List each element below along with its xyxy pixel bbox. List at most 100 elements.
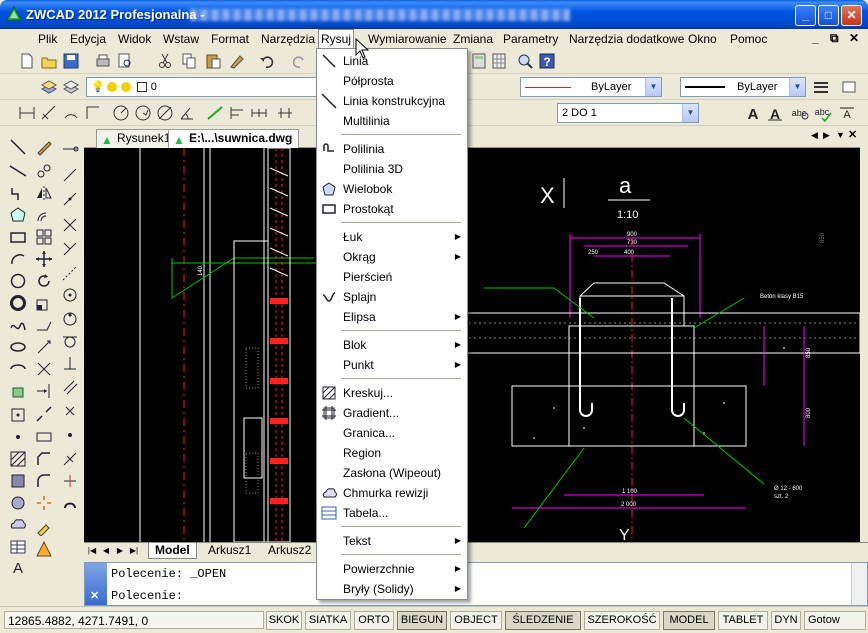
menu-item-granica[interactable]: Granica... bbox=[317, 423, 467, 443]
calculator-icon[interactable] bbox=[470, 52, 488, 70]
status-orto[interactable]: ORTO bbox=[354, 611, 394, 630]
menu-item-zaslona[interactable]: Zasłona (Wipeout) bbox=[317, 463, 467, 483]
mtext-icon[interactable]: A bbox=[766, 104, 784, 122]
menu-narzedzia[interactable]: Narzędzia bbox=[259, 31, 317, 47]
properties-tool-icon[interactable] bbox=[35, 518, 53, 537]
tolerance-icon[interactable] bbox=[276, 104, 294, 122]
rectangle-tool-icon[interactable] bbox=[9, 228, 27, 246]
quick-dim-icon[interactable] bbox=[206, 104, 224, 122]
menu-zmiana[interactable]: Zmiana bbox=[451, 31, 495, 47]
layer-combo[interactable]: 💡 0 bbox=[86, 77, 318, 97]
menu-item-prostokat[interactable]: Prostokąt bbox=[317, 199, 467, 219]
aligned-dim-icon[interactable] bbox=[40, 104, 58, 122]
angular-icon[interactable] bbox=[178, 104, 196, 122]
status-biegun[interactable]: BIEGUN bbox=[397, 611, 447, 630]
menu-item-multilinia[interactable]: Multilinia bbox=[317, 111, 467, 131]
menu-item-tabela[interactable]: Tabela... bbox=[317, 503, 467, 523]
status-skok[interactable]: SKOK bbox=[266, 611, 302, 630]
snap-apparent-icon[interactable] bbox=[61, 240, 79, 258]
mirror-tool-icon[interactable] bbox=[35, 184, 53, 202]
polygon-tool-icon[interactable] bbox=[9, 206, 27, 224]
find-text-icon[interactable]: abc bbox=[792, 104, 810, 122]
paste-icon[interactable] bbox=[204, 52, 222, 70]
command-scrollbar[interactable] bbox=[851, 563, 867, 605]
copy-icon[interactable] bbox=[180, 52, 198, 70]
doc-minimize-button[interactable]: _ bbox=[812, 31, 819, 45]
zoom-icon[interactable] bbox=[516, 52, 534, 70]
close-button[interactable]: ✕ bbox=[841, 5, 862, 26]
menu-plik[interactable]: Plik bbox=[36, 31, 59, 47]
prev-tab-icon[interactable]: ◀ bbox=[100, 544, 112, 557]
linear-dim-icon[interactable] bbox=[18, 104, 36, 122]
snap-center-icon[interactable] bbox=[61, 286, 79, 304]
menu-item-powierzchnie[interactable]: Powierzchnie ▶ bbox=[317, 559, 467, 579]
continue-icon[interactable] bbox=[250, 104, 268, 122]
tab-model[interactable]: Model bbox=[148, 543, 197, 559]
match-properties-icon[interactable] bbox=[228, 52, 246, 70]
status-model[interactable]: MODEL bbox=[663, 611, 715, 630]
hatch-tool-icon[interactable] bbox=[9, 450, 27, 468]
fillet-tool-icon[interactable] bbox=[35, 472, 53, 490]
text-style-icon[interactable]: A bbox=[744, 104, 762, 123]
save-icon[interactable] bbox=[62, 52, 80, 70]
snap-none-icon[interactable] bbox=[61, 472, 79, 490]
menu-item-bryly[interactable]: Bryły (Solidy) ▶ bbox=[317, 579, 467, 599]
table-tool-icon[interactable] bbox=[9, 538, 27, 556]
menu-edycja[interactable]: Edycja bbox=[68, 31, 108, 47]
polyline-tool-icon[interactable] bbox=[9, 184, 27, 202]
drawing-canvas[interactable]: 140 X a 1:10 900 400 250 1 100 2 000 850… bbox=[84, 148, 860, 542]
plot-style-icon[interactable] bbox=[840, 78, 858, 96]
snap-tool-icon[interactable] bbox=[61, 140, 79, 158]
arc-length-icon[interactable] bbox=[62, 104, 80, 122]
menu-okno[interactable]: Okno bbox=[686, 31, 719, 47]
ordinate-icon[interactable] bbox=[84, 104, 102, 122]
command-prompt[interactable]: Polecenie: bbox=[111, 589, 183, 603]
offset-tool-icon[interactable] bbox=[35, 206, 53, 224]
trim-tool-icon[interactable] bbox=[35, 360, 53, 378]
undo-icon[interactable] bbox=[258, 52, 276, 70]
copy-tool-icon[interactable] bbox=[35, 162, 53, 180]
chevron-down-icon[interactable]: ▼ bbox=[789, 78, 805, 96]
snap-quadrant-icon[interactable] bbox=[61, 310, 79, 328]
menu-parametry[interactable]: Parametry bbox=[501, 31, 560, 47]
snap-intersection-icon[interactable] bbox=[61, 216, 79, 234]
menu-item-tekst[interactable]: Tekst ▶ bbox=[317, 531, 467, 551]
tab-arkusz2[interactable]: Arkusz2 bbox=[262, 543, 317, 559]
grid-icon[interactable] bbox=[490, 52, 508, 70]
help-icon[interactable]: ? bbox=[538, 52, 556, 70]
status-dyn[interactable]: DYN bbox=[771, 611, 801, 630]
snap-parallel-icon[interactable] bbox=[61, 378, 79, 396]
maximize-button[interactable]: □ bbox=[818, 5, 839, 26]
tab-rysunek1[interactable]: ▲ Rysunek1 bbox=[96, 129, 178, 148]
menu-rysuj[interactable]: Rysuj bbox=[318, 29, 355, 48]
dimstyle-combo[interactable]: 2 DO 1 ▼ bbox=[557, 103, 699, 123]
menu-item-polprosta[interactable]: Półprosta bbox=[317, 71, 467, 91]
close-icon[interactable]: ✕ bbox=[90, 589, 99, 602]
diameter-icon[interactable] bbox=[156, 104, 174, 122]
spline-tool-icon[interactable] bbox=[9, 316, 27, 334]
ellipse-tool-icon[interactable] bbox=[9, 338, 27, 356]
snap-endpoint-icon[interactable] bbox=[61, 166, 79, 184]
redo-icon[interactable] bbox=[290, 52, 308, 70]
tab-suwnica[interactable]: ▲ E:\...\suwnica.dwg bbox=[168, 129, 300, 148]
ellipse-arc-tool-icon[interactable] bbox=[9, 360, 27, 378]
menu-item-chmurka-rewizji[interactable]: Chmurka rewizji bbox=[317, 483, 467, 503]
menu-item-pierscien[interactable]: Pierścień bbox=[317, 267, 467, 287]
menu-narzedzia-dodatkowe[interactable]: Narzędzia dodatkowe bbox=[567, 31, 686, 47]
snap-node-icon[interactable] bbox=[61, 402, 79, 420]
baseline-icon[interactable] bbox=[228, 104, 246, 122]
menu-item-linia[interactable]: Linia bbox=[317, 51, 467, 71]
point-tool-icon[interactable] bbox=[9, 428, 27, 446]
arc-tool-icon[interactable] bbox=[9, 250, 27, 268]
chevron-down-icon[interactable]: ▼ bbox=[682, 104, 698, 122]
menu-item-punkt[interactable]: Punkt ▶ bbox=[317, 355, 467, 375]
menu-item-region[interactable]: Region bbox=[317, 443, 467, 463]
status-tablet[interactable]: TABLET bbox=[718, 611, 768, 630]
rotate-tool-icon[interactable] bbox=[35, 272, 53, 290]
break-tool-icon[interactable] bbox=[35, 406, 53, 424]
snap-nearest-icon[interactable] bbox=[61, 450, 79, 468]
minimize-button[interactable]: _ bbox=[795, 5, 816, 26]
region-tool-icon[interactable] bbox=[9, 494, 27, 512]
menu-item-polilinia[interactable]: Polilinia bbox=[317, 139, 467, 159]
command-window-grip[interactable]: ✕ bbox=[85, 563, 107, 605]
